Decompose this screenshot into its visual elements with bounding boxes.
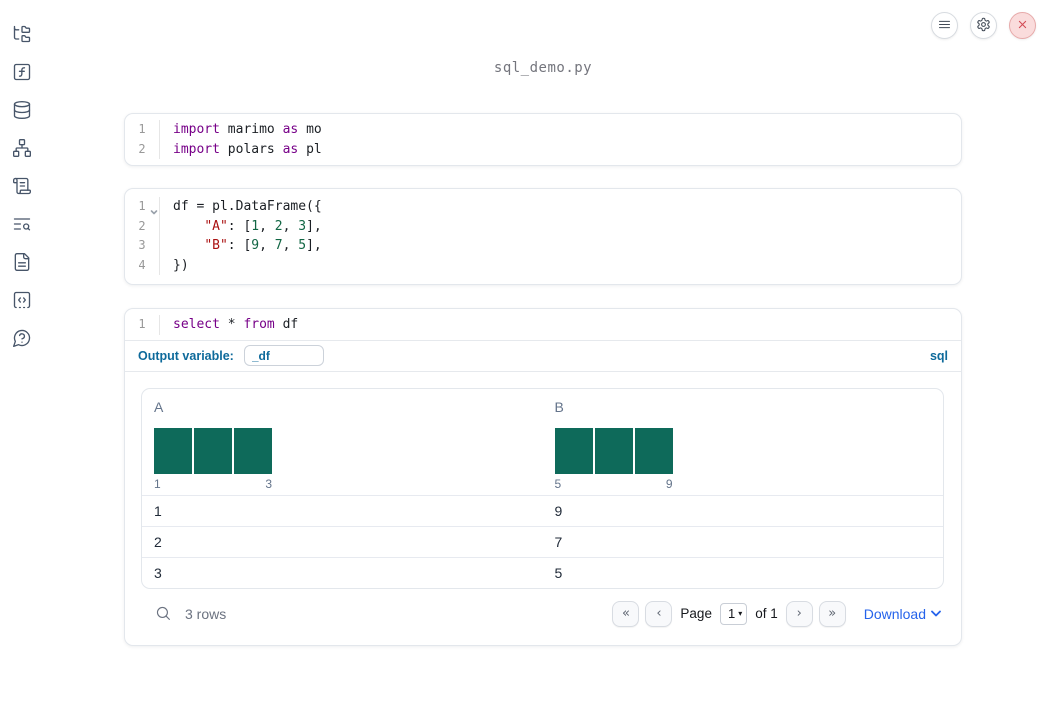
snippets-code-icon[interactable] — [11, 289, 33, 311]
chevron-down-icon — [931, 610, 941, 617]
row-count: 3 rows — [185, 605, 227, 622]
sql-output-area: A 1 3 B 5 9 1 9 2 7 3 5 3 rows « ‹ Page … — [125, 372, 961, 645]
histogram-bar — [594, 427, 633, 474]
line-number: 4 — [138, 257, 146, 272]
dependency-graph-icon[interactable] — [11, 137, 33, 159]
column-name: B — [554, 398, 564, 415]
table-row: 3 5 — [142, 556, 943, 588]
line-number-gutter: 1 2 — [125, 120, 160, 159]
line-number-gutter: 1 2 3 4 — [125, 197, 160, 275]
fold-chevron-icon[interactable] — [150, 203, 158, 215]
histogram-bars — [554, 427, 673, 474]
histogram-bar — [234, 427, 272, 474]
search-icon[interactable] — [150, 601, 176, 627]
histogram-bar — [194, 427, 232, 474]
documentation-file-icon[interactable] — [11, 251, 33, 273]
dataframe-table: A 1 3 B 5 9 1 9 2 7 3 5 — [141, 387, 944, 589]
table-cell: 2 — [154, 533, 162, 550]
output-variable-input[interactable] — [243, 345, 324, 366]
line-number: 1 — [138, 122, 146, 136]
hist-max-label: 3 — [265, 476, 272, 491]
column-histogram: 1 3 — [154, 427, 531, 491]
scratchpad-scroll-icon[interactable] — [11, 175, 33, 197]
table-cell: 5 — [554, 564, 563, 581]
code-line: select * from df — [173, 317, 299, 332]
output-variable-label: Output variable: — [138, 348, 234, 363]
page-of-label: of 1 — [755, 606, 778, 621]
code-line: import marimo as mo — [173, 122, 322, 137]
table-row: 1 9 — [142, 494, 943, 526]
column-name: A — [154, 398, 164, 415]
hist-max-label: 9 — [665, 476, 673, 491]
pagination: « ‹ Page 1 ▾ of 1 › » Download — [612, 600, 941, 627]
shutdown-close-icon — [1015, 17, 1030, 35]
notebook-filename: sql_demo.py — [493, 60, 593, 76]
histogram-bars — [154, 427, 272, 474]
logs-search-icon[interactable] — [11, 213, 33, 235]
chevron-down-icon: ▾ — [738, 609, 743, 618]
line-number: 1 — [125, 197, 159, 217]
histogram-axis-labels: 1 3 — [154, 477, 272, 491]
table-footer: 3 rows « ‹ Page 1 ▾ of 1 › » Download — [141, 589, 944, 639]
line-number: 2 — [138, 141, 146, 156]
code-line: import polars as pl — [173, 141, 322, 157]
settings-gear-icon — [976, 17, 991, 35]
line-number-gutter: 1 — [125, 315, 160, 335]
code-line: }) — [173, 257, 189, 273]
code-line: "B": [9, 7, 5], — [204, 238, 322, 253]
column-histogram: 5 9 — [554, 427, 932, 491]
histogram-bar — [154, 427, 192, 474]
histogram-bar — [554, 427, 593, 474]
first-page-button[interactable]: « — [612, 600, 640, 627]
column-header-a: A 1 3 — [142, 389, 543, 495]
page-label: Page — [680, 606, 712, 621]
notebook-main: sql_demo.py 1 2 import marimo as mo impo… — [124, 0, 962, 646]
hist-min-label: 1 — [154, 476, 161, 491]
help-chat-icon[interactable] — [11, 327, 33, 349]
line-number: 2 — [138, 218, 146, 233]
code-line: "A": [1, 2, 3], — [204, 218, 322, 234]
datasources-database-icon[interactable] — [11, 99, 33, 121]
table-cell: 1 — [154, 502, 162, 519]
table-row: 2 7 — [142, 525, 943, 557]
histogram-bar — [634, 427, 673, 474]
download-label: Download — [863, 605, 926, 622]
page-select-value: 1 — [727, 606, 736, 621]
page-select[interactable]: 1 ▾ — [719, 602, 748, 625]
code-cell-imports[interactable]: 1 2 import marimo as mo import polars as… — [124, 113, 962, 166]
sidebar — [0, 0, 44, 713]
next-page-button[interactable]: › — [785, 600, 813, 627]
chevrons-left-icon: « — [621, 606, 630, 621]
line-number: 1 — [138, 317, 146, 331]
last-page-button[interactable]: » — [818, 600, 846, 627]
table-cell: 7 — [554, 533, 563, 550]
language-badge: sql — [929, 348, 948, 363]
code-editor[interactable]: df = pl.DataFrame({ "A": [1, 2, 3], "B":… — [160, 197, 961, 275]
sql-output-variable-row: Output variable: sql — [125, 341, 961, 372]
code-cell-dataframe[interactable]: 1 2 3 4 df = pl.DataFrame({ "A": [1, 2, … — [124, 188, 962, 285]
column-header-b: B 5 9 — [543, 389, 944, 495]
chevron-right-icon: › — [796, 606, 802, 621]
functions-icon[interactable] — [11, 61, 33, 83]
line-number: 3 — [138, 238, 146, 252]
chevrons-right-icon: » — [828, 606, 837, 621]
sql-editor[interactable]: select * from df — [160, 315, 961, 335]
table-cell: 9 — [554, 502, 563, 519]
chevron-left-icon: ‹ — [656, 606, 662, 621]
prev-page-button[interactable]: ‹ — [645, 600, 673, 627]
file-explorer-tree-icon[interactable] — [11, 23, 33, 45]
code-line: df = pl.DataFrame({ — [173, 199, 322, 214]
settings-button[interactable] — [970, 12, 997, 39]
sql-cell: 1 select * from df Output variable: sql … — [124, 308, 962, 646]
table-cell: 3 — [154, 564, 162, 581]
download-button[interactable]: Download — [864, 606, 941, 622]
shutdown-button[interactable] — [1009, 12, 1036, 39]
code-editor[interactable]: import marimo as mo import polars as pl — [160, 120, 961, 159]
hist-min-label: 5 — [554, 476, 562, 491]
table-header-row: A 1 3 B 5 9 — [142, 389, 943, 495]
histogram-axis-labels: 5 9 — [555, 477, 673, 491]
